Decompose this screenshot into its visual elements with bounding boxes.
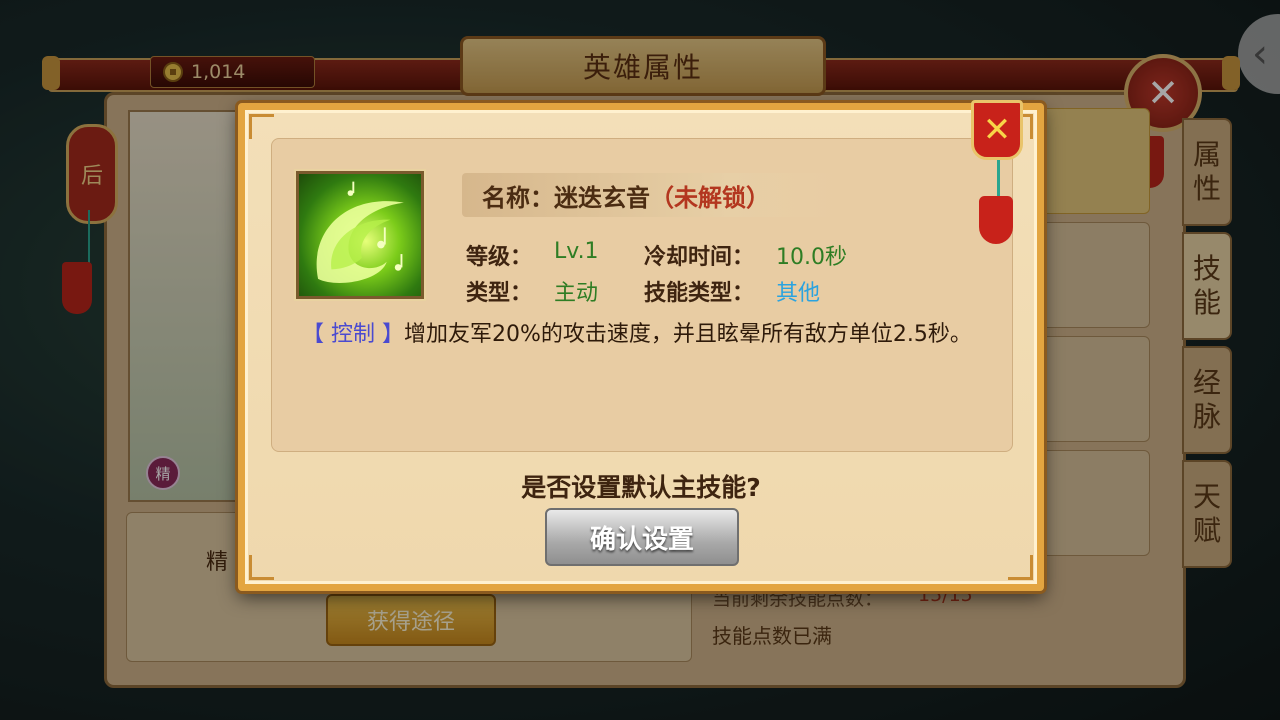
skill-icon xyxy=(296,171,424,299)
corner-ornament xyxy=(249,114,274,139)
skill-name: 迷迭玄音 xyxy=(554,183,650,212)
skill-type-value: 其他 xyxy=(776,281,821,306)
close-tassel-string xyxy=(997,160,1000,200)
skill-tag: 【 控制 】 xyxy=(302,322,404,347)
level-value: Lv.1 xyxy=(554,239,599,264)
skill-description: 【 控制 】增加友军20%的攻击速度，并且眩晕所有敌方单位2.5秒。 xyxy=(302,321,992,349)
type-label: 类型： xyxy=(466,281,533,306)
lock-status: （未解锁） xyxy=(650,183,770,212)
dialog-close-button[interactable]: ✕ xyxy=(971,100,1023,160)
confirm-setting-button[interactable]: 确认设置 xyxy=(545,508,739,566)
cooldown-label: 冷却时间： xyxy=(644,245,755,270)
close-tassel xyxy=(979,196,1013,244)
skill-info-panel: 名称： 迷迭玄音 （未解锁） 等级： Lv.1 冷却时间： 10.0秒 类型： … xyxy=(271,138,1013,452)
skill-type-label: 技能类型： xyxy=(644,281,755,306)
cooldown-value: 10.0秒 xyxy=(776,245,847,270)
skill-name-ribbon: 名称： 迷迭玄音 （未解锁） xyxy=(462,173,842,217)
skill-detail-dialog: 名称： 迷迭玄音 （未解锁） 等级： Lv.1 冷却时间： 10.0秒 类型： … xyxy=(238,100,1044,591)
type-value: 主动 xyxy=(554,281,599,306)
name-label: 名称： xyxy=(482,183,554,212)
confirm-question: 是否设置默认主技能? xyxy=(521,473,761,502)
close-icon: ✕ xyxy=(982,110,1012,150)
corner-ornament xyxy=(1008,555,1033,580)
music-swirl-icon xyxy=(316,181,404,283)
level-label: 等级： xyxy=(466,245,533,270)
corner-ornament xyxy=(249,555,274,580)
skill-description-text: 增加友军20%的攻击速度，并且眩晕所有敌方单位2.5秒。 xyxy=(404,322,972,347)
